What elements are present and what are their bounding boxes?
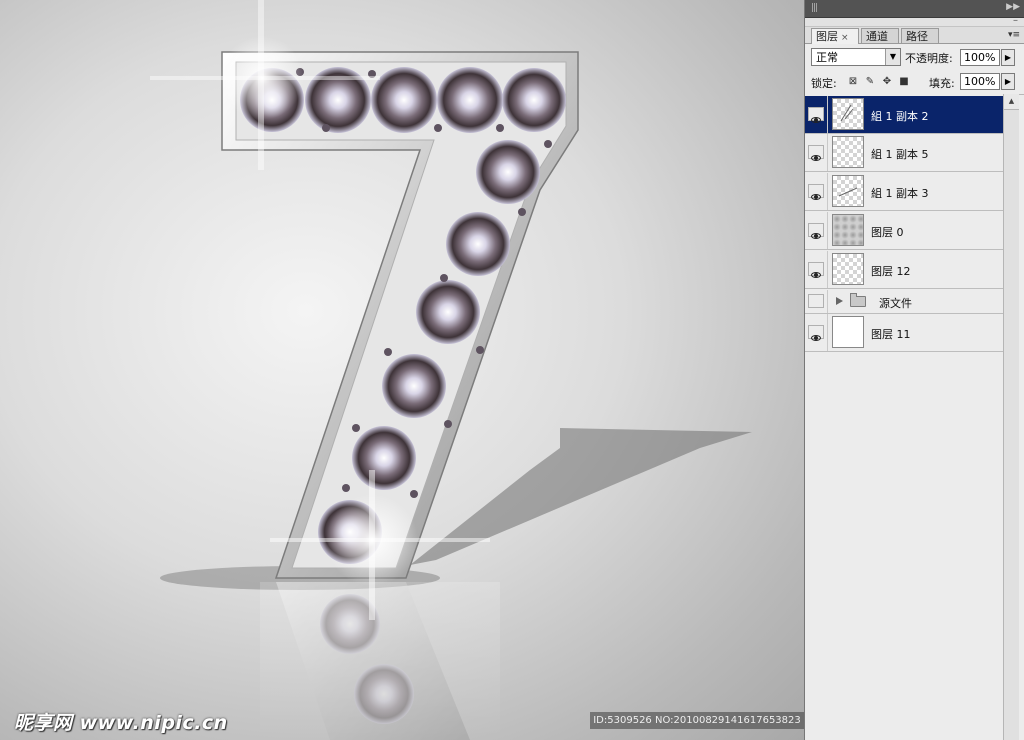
eye-separator <box>827 134 828 171</box>
tab-paths-label: 路径 <box>906 30 928 43</box>
lock-brush-icon[interactable]: ✎ <box>864 76 876 88</box>
artwork-seven <box>150 0 752 740</box>
blend-row: 正常 ▼ 不透明度: 100% ▶ <box>805 44 1024 70</box>
eye-separator <box>827 96 828 133</box>
folder-icon <box>850 293 866 307</box>
eye-icon <box>811 194 821 200</box>
panel-tabs: 图层 × 通道 路径 ▾≡ <box>805 27 1024 44</box>
dock-header: ||| ▶▶ <box>805 0 1024 18</box>
layers-dock: ||| ▶▶ – 图层 × 通道 路径 ▾≡ 正常 ▼ 不透明度: 100% ▶ … <box>804 0 1024 740</box>
layers-list: 組 1 副本 2 組 1 副本 5 組 1 副本 3 图层 0 图层 12 源文… <box>805 94 1003 740</box>
eye-separator <box>827 290 828 313</box>
layer-row[interactable]: 图层 0 <box>805 212 1003 250</box>
opacity-input[interactable]: 100% <box>960 49 1000 66</box>
blend-mode-value: 正常 <box>816 51 838 64</box>
image-id-watermark: ID:5309526 NO:20100829141617653823 <box>590 712 804 729</box>
scroll-up-arrow-icon[interactable]: ▲ <box>1004 94 1019 110</box>
visibility-toggle[interactable] <box>808 262 824 278</box>
eye-separator <box>827 251 828 288</box>
layer-name: 图层 0 <box>871 226 904 239</box>
tab-channels-label: 通道 <box>866 30 888 43</box>
lock-row: 锁定: ⊠ ✎ ✥ ■ 填充: 100% ▶ <box>805 70 1024 95</box>
opacity-label: 不透明度: <box>905 52 953 65</box>
eye-icon <box>811 155 821 161</box>
expand-triangle-icon[interactable] <box>836 297 843 305</box>
layer-name: 图层 12 <box>871 265 911 278</box>
eye-icon <box>811 233 821 239</box>
eye-separator <box>827 314 828 351</box>
panel-menu-icon[interactable]: ▾≡ <box>1008 30 1020 40</box>
visibility-toggle[interactable] <box>808 294 824 308</box>
panel-strip: – <box>805 15 1024 27</box>
visibility-toggle[interactable] <box>808 325 824 341</box>
fill-label: 填充: <box>929 77 955 90</box>
layer-thumbnail <box>832 316 864 348</box>
layer-name: 組 1 副本 5 <box>871 148 929 161</box>
visibility-toggle[interactable] <box>808 223 824 239</box>
layer-name: 图层 11 <box>871 328 911 341</box>
layer-thumbnail <box>832 136 864 168</box>
eye-separator <box>827 173 828 210</box>
opacity-slider-button[interactable]: ▶ <box>1001 49 1015 66</box>
tab-layers-label: 图层 <box>816 30 838 43</box>
seven-shadow <box>410 428 752 565</box>
lock-transparent-icon[interactable]: ⊠ <box>847 76 859 88</box>
visibility-toggle[interactable] <box>808 107 824 123</box>
layer-row[interactable]: 組 1 副本 2 <box>805 96 1003 134</box>
site-watermark: 昵享网 www.nipic.cn <box>14 712 228 734</box>
document-canvas[interactable]: 昵享网 www.nipic.cn ID:5309526 NO:201008291… <box>0 0 804 740</box>
collapse-arrows-icon[interactable]: ▶▶ <box>1006 2 1020 12</box>
layer-row[interactable]: 組 1 副本 5 <box>805 134 1003 172</box>
tab-close-icon[interactable]: × <box>841 33 849 43</box>
visibility-toggle[interactable] <box>808 145 824 161</box>
fill-input[interactable]: 100% <box>960 73 1000 90</box>
fill-slider-button[interactable]: ▶ <box>1001 73 1015 90</box>
layer-row[interactable]: 图层 11 <box>805 314 1003 352</box>
dock-grip-icon[interactable]: ||| <box>811 3 818 13</box>
layer-name: 組 1 副本 3 <box>871 187 929 200</box>
layers-scrollbar[interactable]: ▲ <box>1003 94 1019 740</box>
eye-separator <box>827 212 828 249</box>
layer-thumbnail <box>832 98 864 130</box>
layer-name: 組 1 副本 2 <box>871 110 929 123</box>
dropdown-arrow-icon[interactable]: ▼ <box>885 49 900 65</box>
lock-label: 锁定: <box>811 77 837 90</box>
layer-row[interactable]: 組 1 副本 3 <box>805 173 1003 211</box>
group-name: 源文件 <box>879 297 912 310</box>
eye-icon <box>811 117 821 123</box>
tab-channels[interactable]: 通道 <box>861 28 899 43</box>
layer-thumbnail <box>832 214 864 246</box>
visibility-toggle[interactable] <box>808 184 824 200</box>
eye-icon <box>811 272 821 278</box>
eye-icon <box>811 335 821 341</box>
layer-thumbnail <box>832 253 864 285</box>
tab-layers[interactable]: 图层 × <box>811 28 859 44</box>
blend-mode-select[interactable]: 正常 ▼ <box>811 48 901 66</box>
lock-move-icon[interactable]: ✥ <box>881 76 893 88</box>
panel-close-icon[interactable]: – <box>1013 15 1018 26</box>
layer-group-row[interactable]: 源文件 <box>805 290 1003 314</box>
tab-paths[interactable]: 路径 <box>901 28 939 43</box>
lock-all-icon[interactable]: ■ <box>898 76 910 88</box>
layer-thumbnail <box>832 175 864 207</box>
layer-row[interactable]: 图层 12 <box>805 251 1003 289</box>
